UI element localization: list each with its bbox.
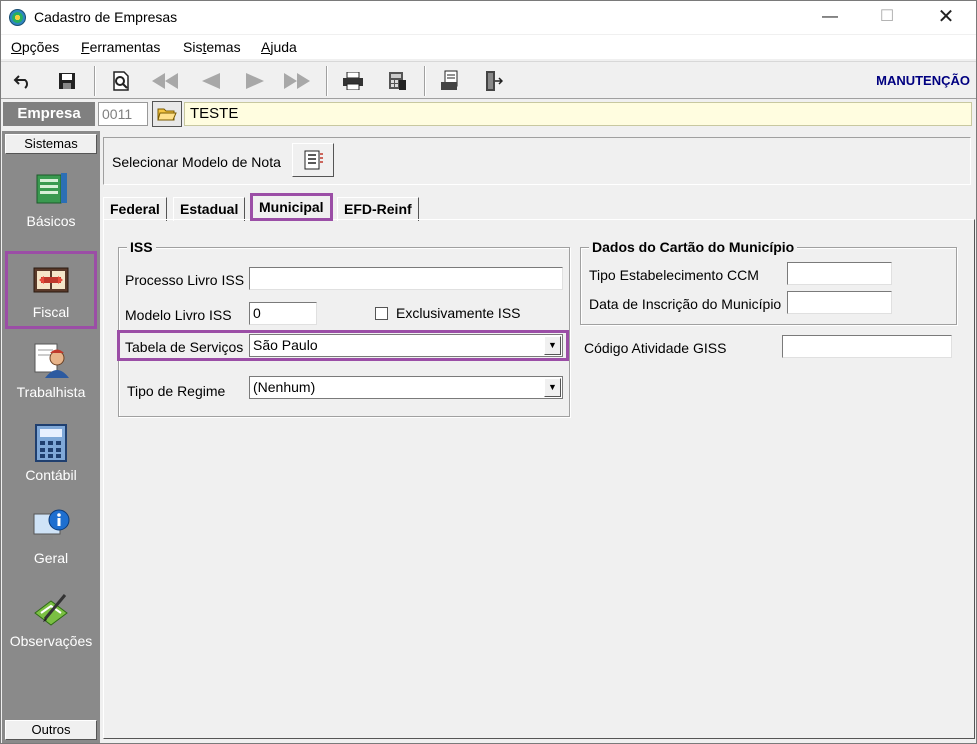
title-bar: Cadastro de Empresas — ☐ ✕ [1, 1, 976, 34]
menu-bar: Opções Ferramentas Sistemas Ajuda [1, 35, 976, 59]
empresa-name-field[interactable]: TESTE [184, 102, 972, 126]
menu-opcoes-label: pções [21, 39, 60, 55]
ccm-input[interactable] [787, 262, 892, 285]
undo-icon[interactable] [9, 67, 37, 95]
app-window: Cadastro de Empresas — ☐ ✕ Opções Ferram… [0, 0, 977, 744]
sidebar-item-label: Trabalhista [16, 384, 86, 400]
sidebar-header-sistemas[interactable]: Sistemas [5, 134, 97, 154]
menu-sistemas[interactable]: Sistemas [183, 39, 241, 55]
sidebar-item-contabil[interactable]: Contábil [5, 417, 97, 495]
modelo-label: Selecionar Modelo de Nota [112, 154, 281, 170]
select-modelo-button[interactable] [292, 143, 334, 177]
municipal-tab-panel: ISS Processo Livro ISS Modelo Livro ISS … [103, 219, 975, 739]
chevron-down-icon[interactable]: ▼ [544, 378, 561, 397]
tabela-servicos-value: São Paulo [253, 337, 318, 353]
empresa-bar: Empresa 0011 TESTE [1, 100, 976, 128]
sidebar-item-label: Básicos [26, 213, 76, 229]
sidebar-item-label: Fiscal [32, 304, 70, 320]
tipo-regime-value: (Nenhum) [253, 379, 316, 395]
sidebar-item-observacoes[interactable]: Observações [5, 583, 97, 661]
print-icon[interactable] [339, 67, 367, 95]
menu-opcoes[interactable]: Opções [11, 39, 59, 55]
iss-group-title: ISS [127, 239, 156, 255]
cartao-group-title: Dados do Cartão do Município [589, 239, 798, 255]
ledger-icon [33, 267, 69, 293]
modelo-livro-input[interactable]: 0 [249, 302, 317, 325]
inscricao-label: Data de Inscrição do Município [589, 296, 782, 312]
window-title: Cadastro de Empresas [34, 9, 178, 25]
sidebar-item-fiscal[interactable]: Fiscal [5, 251, 97, 329]
menu-ajuda-label: juda [270, 39, 297, 55]
modelo-livro-label: Modelo Livro ISS [125, 307, 232, 323]
sidebar-item-label: Observações [9, 633, 93, 649]
ccm-label: Tipo Estabelecimento CCM [589, 267, 759, 283]
tab-estadual[interactable]: Estadual [173, 197, 246, 221]
worker-icon [34, 343, 69, 378]
sidebar-footer-outros[interactable]: Outros [5, 720, 97, 740]
form-list-icon [304, 150, 323, 170]
toolbar-separator [326, 66, 328, 96]
tab-efd-reinf[interactable]: EFD-Reinf [337, 197, 419, 221]
menu-ajuda[interactable]: Ajuda [261, 39, 297, 55]
sidebar: Sistemas Básicos Fiscal Trabalhista Cont… [2, 131, 100, 743]
menu-ferramentas[interactable]: Ferramentas [81, 39, 160, 55]
prev-icon[interactable] [197, 67, 225, 95]
exclusivamente-iss-checkbox[interactable] [375, 307, 388, 320]
empresa-code-field[interactable]: 0011 [98, 102, 148, 126]
toolbar-separator [424, 66, 426, 96]
cartao-municipio-group: Dados do Cartão do Município Tipo Estabe… [580, 239, 957, 325]
main-content: Selecionar Modelo de Nota Federal Estadu… [100, 131, 976, 743]
menu-sistemas-pre: Sis [183, 39, 203, 55]
info-computer-icon [33, 509, 70, 540]
calculator-icon [35, 424, 67, 462]
chevron-down-icon[interactable]: ▼ [544, 336, 561, 355]
mode-label: MANUTENÇÃO [876, 73, 970, 88]
exit-icon[interactable] [479, 67, 507, 95]
sidebar-item-basicos[interactable]: Básicos [5, 163, 97, 241]
sidebar-item-geral[interactable]: Geral [5, 500, 97, 578]
books-icon [36, 173, 67, 204]
document-icon[interactable] [437, 67, 465, 95]
app-logo-icon [9, 9, 26, 26]
giss-input[interactable] [782, 335, 952, 358]
last-icon[interactable] [283, 67, 311, 95]
preview-icon[interactable] [107, 67, 135, 95]
tab-municipal[interactable]: Municipal [250, 193, 333, 221]
tabela-servicos-label: Tabela de Serviços [125, 339, 244, 355]
tab-federal[interactable]: Federal [103, 197, 167, 221]
tipo-regime-label: Tipo de Regime [127, 383, 226, 399]
modelo-panel: Selecionar Modelo de Nota [103, 137, 971, 185]
menu-opcoes-accel: O [11, 39, 22, 55]
menu-ajuda-accel: A [261, 39, 271, 55]
giss-label: Código Atividade GISS [584, 340, 727, 356]
menu-ferramentas-label: erramentas [89, 39, 161, 55]
sidebar-item-trabalhista[interactable]: Trabalhista [5, 334, 97, 412]
empresa-label: Empresa [3, 102, 95, 126]
save-icon[interactable] [53, 67, 81, 95]
menu-ferramentas-accel: F [81, 39, 90, 55]
pen-notes-icon [34, 594, 68, 626]
toolbar-separator [94, 66, 96, 96]
tab-strip: Federal Estadual Municipal EFD-Reinf [103, 193, 973, 221]
processo-livro-label: Processo Livro ISS [125, 272, 245, 288]
inscricao-input[interactable] [787, 291, 892, 314]
maximize-button[interactable]: ☐ [864, 1, 910, 33]
open-folder-icon[interactable] [152, 101, 182, 127]
sidebar-item-label: Geral [33, 550, 69, 566]
close-button[interactable]: ✕ [923, 1, 969, 33]
menu-sistemas-label: emas [206, 39, 241, 55]
exclusivamente-iss-label: Exclusivamente ISS [396, 305, 521, 321]
processo-livro-input[interactable] [249, 267, 563, 290]
iss-group: ISS Processo Livro ISS Modelo Livro ISS … [117, 239, 570, 417]
next-icon[interactable] [241, 67, 269, 95]
calculator-icon[interactable] [383, 67, 411, 95]
minimize-button[interactable]: — [807, 1, 853, 33]
tabela-servicos-select[interactable]: São Paulo ▼ [249, 334, 563, 357]
sidebar-item-label: Contábil [25, 467, 77, 483]
tipo-regime-select[interactable]: (Nenhum) ▼ [249, 376, 563, 399]
first-icon[interactable] [151, 67, 179, 95]
toolbar: MANUTENÇÃO [1, 61, 976, 99]
